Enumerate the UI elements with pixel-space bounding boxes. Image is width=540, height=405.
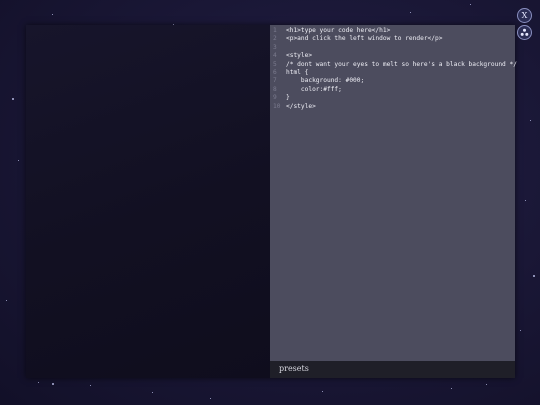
star xyxy=(520,330,521,331)
line-number: 2 xyxy=(273,35,277,43)
close-button[interactable]: X xyxy=(517,8,532,23)
presets-button[interactable]: presets xyxy=(270,361,515,378)
star xyxy=(18,160,19,161)
star xyxy=(525,200,526,201)
line-number: 1 xyxy=(273,27,277,34)
line-number: 8 xyxy=(273,85,277,93)
line-text: color:#fff; xyxy=(286,85,342,93)
line-text: background: #000; xyxy=(286,77,365,85)
code-line[interactable]: 5 /* dont want your eyes to melt so here'… xyxy=(270,60,517,69)
star xyxy=(410,12,411,13)
line-text: </style> xyxy=(286,102,316,110)
star xyxy=(52,14,53,15)
star xyxy=(152,392,153,393)
line-number: 4 xyxy=(273,52,277,60)
line-number: 9 xyxy=(273,94,277,102)
render-preview-pane[interactable] xyxy=(26,25,270,378)
line-text: /* dont want your eyes to melt so here's… xyxy=(286,60,517,68)
star xyxy=(90,385,91,386)
line-text: html { xyxy=(286,68,309,76)
presets-label: presets xyxy=(279,364,309,373)
settings-button[interactable] xyxy=(517,25,532,40)
line-number: 3 xyxy=(273,43,277,51)
line-text: } xyxy=(286,94,290,102)
line-number: 10 xyxy=(273,102,281,110)
star xyxy=(451,388,452,389)
star xyxy=(530,120,531,121)
star xyxy=(210,398,211,399)
code-line[interactable]: 8 color:#fff; xyxy=(270,86,515,94)
close-icon: X xyxy=(521,11,528,20)
code-line[interactable]: 1 <h1>type your code here</h1> xyxy=(270,27,515,35)
code-line[interactable]: 2 <p>and click the left window to render<… xyxy=(270,35,515,43)
star xyxy=(322,391,323,392)
star xyxy=(38,382,39,383)
star xyxy=(12,98,14,100)
star xyxy=(52,383,54,385)
star xyxy=(486,384,487,385)
code-lines[interactable]: 1 <h1>type your code here</h1> 2 <p>and cl… xyxy=(270,27,517,111)
tri-dot-icon xyxy=(520,28,529,36)
line-number: 5 xyxy=(273,60,277,68)
line-number: 6 xyxy=(273,68,277,76)
workspace: 1 <h1>type your code here</h1> 2 <p>and cl… xyxy=(26,25,517,378)
star xyxy=(6,300,7,301)
code-line[interactable]: 9} xyxy=(270,94,515,102)
code-line[interactable]: 7 background: #000; xyxy=(270,77,515,85)
star xyxy=(470,4,471,5)
star xyxy=(533,275,535,277)
code-line[interactable]: 4 <style> xyxy=(270,52,515,60)
code-editor[interactable]: 1 <h1>type your code here</h1> 2 <p>and cl… xyxy=(270,25,517,378)
line-text: <style> xyxy=(286,52,313,60)
code-line[interactable]: 3 xyxy=(270,44,515,52)
code-line[interactable]: 10 </style> xyxy=(270,103,515,111)
code-line[interactable]: 6 html { xyxy=(270,69,515,77)
line-text: <p>and click the left window to render</… xyxy=(286,35,443,43)
line-number: 7 xyxy=(273,77,277,85)
line-text: <h1>type your code here</h1> xyxy=(286,27,391,34)
